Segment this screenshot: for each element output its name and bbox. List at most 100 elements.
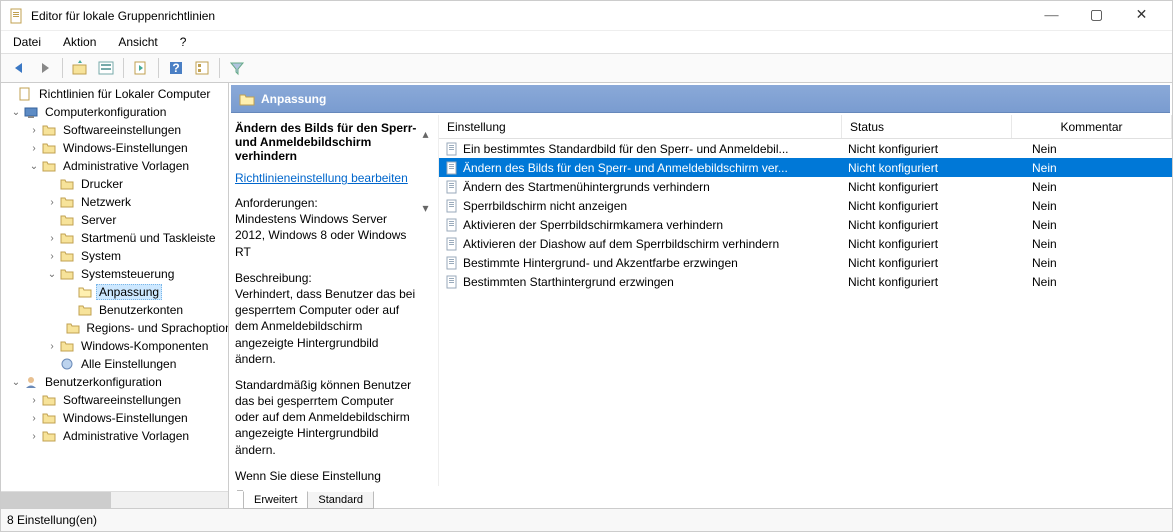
tree-software[interactable]: › Softwareeinstellungen [1, 121, 228, 139]
expand-icon[interactable]: › [27, 125, 41, 136]
menu-bar: Datei Aktion Ansicht ? [1, 31, 1172, 53]
folder-title: Anpassung [261, 92, 326, 106]
list-header: Einstellung Status Kommentar [439, 115, 1172, 139]
menu-view[interactable]: Ansicht [114, 33, 161, 51]
folder-icon [41, 122, 57, 138]
expand-icon[interactable]: › [45, 197, 59, 208]
tree-startmenu[interactable]: › Startmenü und Taskleiste [1, 229, 228, 247]
setting-status: Nicht konfiguriert [842, 161, 1012, 175]
tree-u-admin[interactable]: › Administrative Vorlagen [1, 427, 228, 445]
tree-pane: ▸ Richtlinien für Lokaler Computer ⌄ Com… [1, 83, 229, 508]
tree-user-conf[interactable]: ⌄ Benutzerkonfiguration [1, 373, 228, 391]
tree[interactable]: ▸ Richtlinien für Lokaler Computer ⌄ Com… [1, 83, 228, 491]
help-button[interactable]: ? [164, 56, 188, 80]
setting-comment: Nein [1012, 275, 1172, 289]
refresh-button[interactable] [129, 56, 153, 80]
collapse-icon[interactable]: ⌄ [9, 107, 23, 118]
title-bar: Editor für lokale Gruppenrichtlinien — ▢… [1, 1, 1172, 31]
folder-icon [41, 392, 57, 408]
properties-button[interactable] [190, 56, 214, 80]
list-row[interactable]: Aktivieren der Sperrbildschirmkamera ver… [439, 215, 1172, 234]
tree-netzwerk[interactable]: › Netzwerk [1, 193, 228, 211]
expand-icon[interactable]: › [45, 341, 59, 352]
column-comment[interactable]: Kommentar [1012, 115, 1172, 138]
folder-open-icon [239, 91, 255, 107]
collapse-icon[interactable]: ⌄ [27, 161, 41, 172]
detail-scrollbar[interactable]: ▴ ▾ [417, 121, 434, 484]
minimize-button[interactable]: — [1029, 2, 1074, 30]
column-setting[interactable]: Einstellung [439, 115, 842, 138]
tree-regions[interactable]: › Regions- und Sprachoptionen [1, 319, 228, 337]
setting-comment: Nein [1012, 142, 1172, 156]
expand-icon[interactable]: › [27, 143, 41, 154]
column-status[interactable]: Status [842, 115, 1012, 138]
back-button[interactable] [7, 56, 31, 80]
tree-system[interactable]: › System [1, 247, 228, 265]
expand-icon[interactable]: › [45, 251, 59, 262]
folder-icon [59, 230, 75, 246]
menu-action[interactable]: Aktion [59, 33, 100, 51]
setting-name: Sperrbildschirm nicht anzeigen [463, 199, 627, 213]
tree-win-components[interactable]: › Windows-Komponenten [1, 337, 228, 355]
scroll-down-icon[interactable]: ▾ [422, 201, 428, 215]
tree-benutzerkonten[interactable]: › Benutzerkonten [1, 301, 228, 319]
forward-button[interactable] [33, 56, 57, 80]
tree-computer-conf[interactable]: ⌄ Computerkonfiguration [1, 103, 228, 121]
expand-icon[interactable]: › [27, 395, 41, 406]
edit-policy-link[interactable]: Richtlinieneinstellung bearbeiten [235, 171, 408, 185]
setting-status: Nicht konfiguriert [842, 218, 1012, 232]
menu-file[interactable]: Datei [9, 33, 45, 51]
setting-name: Bestimmten Starthintergrund erzwingen [463, 275, 674, 289]
up-folder-button[interactable] [68, 56, 92, 80]
collapse-icon[interactable]: ⌄ [9, 377, 23, 388]
toolbar: ? [1, 53, 1172, 83]
folder-icon [59, 248, 75, 264]
list-row[interactable]: Bestimmte Hintergrund- und Akzentfarbe e… [439, 253, 1172, 272]
tree-anpassung[interactable]: › Anpassung [1, 283, 228, 301]
collapse-icon[interactable]: ⌄ [45, 269, 59, 280]
policy-icon [445, 275, 459, 289]
list-row[interactable]: Bestimmten Starthintergrund erzwingenNic… [439, 272, 1172, 291]
list-row[interactable]: Sperrbildschirm nicht anzeigenNicht konf… [439, 196, 1172, 215]
horizontal-scrollbar[interactable] [1, 491, 228, 508]
close-button[interactable]: ✕ [1119, 2, 1164, 30]
scroll-up-icon[interactable]: ▴ [422, 127, 428, 141]
description-label: Beschreibung: [235, 271, 312, 285]
list-row[interactable]: Aktivieren der Diashow auf dem Sperrbild… [439, 234, 1172, 253]
tab-extended[interactable]: Erweitert [243, 491, 308, 509]
tree-u-software[interactable]: › Softwareeinstellungen [1, 391, 228, 409]
filter-button[interactable] [225, 56, 249, 80]
list-row[interactable]: Ein bestimmtes Standardbild für den Sper… [439, 139, 1172, 158]
requirements-label: Anforderungen: [235, 196, 318, 210]
user-icon [23, 374, 39, 390]
view-list-button[interactable] [94, 56, 118, 80]
list-body[interactable]: Ein bestimmtes Standardbild für den Sper… [439, 139, 1172, 486]
tree-admin-templates[interactable]: ⌄ Administrative Vorlagen [1, 157, 228, 175]
maximize-button[interactable]: ▢ [1074, 2, 1119, 30]
folder-icon [41, 410, 57, 426]
list-row[interactable]: Ändern des Startmenühintergrunds verhind… [439, 177, 1172, 196]
tree-drucker[interactable]: › Drucker [1, 175, 228, 193]
folder-icon [59, 176, 75, 192]
menu-help[interactable]: ? [176, 33, 191, 51]
policy-icon [445, 256, 459, 270]
list-row[interactable]: Ändern des Bilds für den Sperr- und Anme… [439, 158, 1172, 177]
tree-systemsteuerung[interactable]: ⌄ Systemsteuerung [1, 265, 228, 283]
tree-u-windows[interactable]: › Windows-Einstellungen [1, 409, 228, 427]
tree-alle[interactable]: › Alle Einstellungen [1, 355, 228, 373]
list-pane: Einstellung Status Kommentar Ein bestimm… [439, 115, 1172, 486]
expand-icon[interactable]: › [27, 431, 41, 442]
tab-standard[interactable]: Standard [307, 491, 374, 509]
expand-icon[interactable]: › [27, 413, 41, 424]
setting-name: Aktivieren der Diashow auf dem Sperrbild… [463, 237, 779, 251]
setting-status: Nicht konfiguriert [842, 256, 1012, 270]
tree-root[interactable]: ▸ Richtlinien für Lokaler Computer [1, 85, 228, 103]
description-text-1: Verhindert, dass Benutzer das bei gesper… [235, 287, 415, 366]
policy-icon [445, 218, 459, 232]
setting-comment: Nein [1012, 161, 1172, 175]
status-text: 8 Einstellung(en) [7, 513, 97, 527]
folder-icon [59, 212, 75, 228]
tree-windows-settings[interactable]: › Windows-Einstellungen [1, 139, 228, 157]
expand-icon[interactable]: › [45, 233, 59, 244]
tree-server[interactable]: › Server [1, 211, 228, 229]
